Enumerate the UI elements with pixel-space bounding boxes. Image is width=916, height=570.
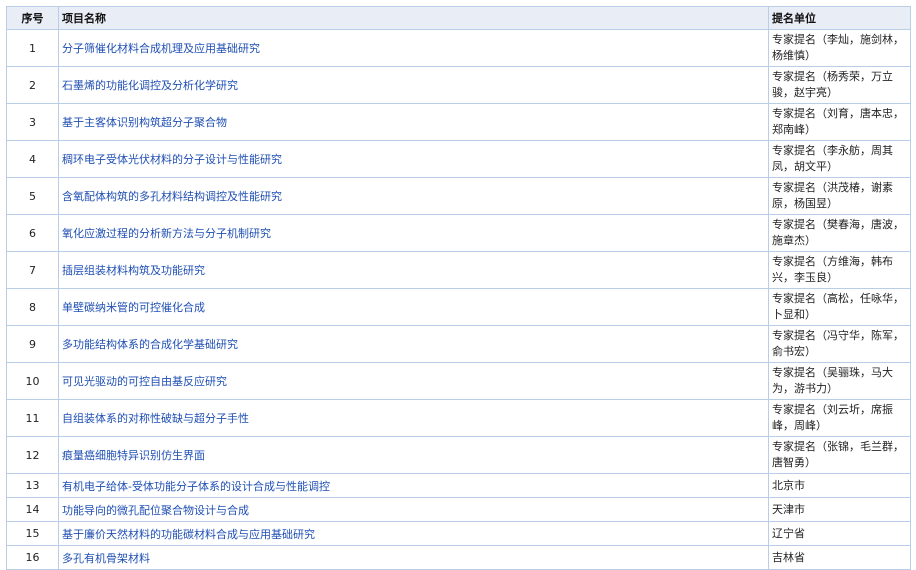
row-number: 6 xyxy=(6,214,59,252)
project-name-cell: 单壁碳纳米管的可控催化合成 xyxy=(58,288,769,326)
project-name-cell: 分子筛催化材料合成机理及应用基础研究 xyxy=(58,29,769,67)
nominating-unit: 专家提名（洪茂椿，谢素原，杨国昱） xyxy=(768,177,911,215)
project-name-link[interactable]: 分子筛催化材料合成机理及应用基础研究 xyxy=(62,42,260,55)
nominating-unit: 辽宁省 xyxy=(768,521,911,546)
row-number: 7 xyxy=(6,251,59,289)
nominating-unit: 吉林省 xyxy=(768,545,911,570)
project-name-link[interactable]: 有机电子给体-受体功能分子体系的设计合成与性能调控 xyxy=(62,480,330,493)
project-name-cell: 含氧配体构筑的多孔材料结构调控及性能研究 xyxy=(58,177,769,215)
nominating-unit: 专家提名（吴骊珠，马大为，游书力） xyxy=(768,362,911,400)
nominating-unit: 专家提名（高松，任咏华，卜显和） xyxy=(768,288,911,326)
project-name-link[interactable]: 可见光驱动的可控自由基反应研究 xyxy=(62,375,227,388)
project-name-cell: 多孔有机骨架材料 xyxy=(58,545,769,570)
table-row: 8 单壁碳纳米管的可控催化合成 专家提名（高松，任咏华，卜显和） xyxy=(6,288,911,326)
table-row: 13 有机电子给体-受体功能分子体系的设计合成与性能调控 北京市 xyxy=(6,473,911,498)
project-name-cell: 基于廉价天然材料的功能碳材料合成与应用基础研究 xyxy=(58,521,769,546)
project-name-link[interactable]: 基于廉价天然材料的功能碳材料合成与应用基础研究 xyxy=(62,528,315,541)
project-name-cell: 基于主客体识别构筑超分子聚合物 xyxy=(58,103,769,141)
row-number: 4 xyxy=(6,140,59,178)
table-header-row: 序号 项目名称 提名单位 xyxy=(6,6,911,30)
row-number: 9 xyxy=(6,325,59,363)
project-name-cell: 可见光驱动的可控自由基反应研究 xyxy=(58,362,769,400)
table-row: 2 石墨烯的功能化调控及分析化学研究 专家提名（杨秀荣，万立骏，赵宇亮） xyxy=(6,66,911,104)
nominating-unit: 北京市 xyxy=(768,473,911,498)
project-name-link[interactable]: 石墨烯的功能化调控及分析化学研究 xyxy=(62,79,238,92)
row-number: 11 xyxy=(6,399,59,437)
row-number: 3 xyxy=(6,103,59,141)
project-name-link[interactable]: 自组装体系的对称性破缺与超分子手性 xyxy=(62,412,249,425)
header-nominating-unit: 提名单位 xyxy=(768,6,911,30)
project-name-link[interactable]: 多功能结构体系的合成化学基础研究 xyxy=(62,338,238,351)
project-name-link[interactable]: 基于主客体识别构筑超分子聚合物 xyxy=(62,116,227,129)
project-name-cell: 有机电子给体-受体功能分子体系的设计合成与性能调控 xyxy=(58,473,769,498)
table-row: 4 稠环电子受体光伏材料的分子设计与性能研究 专家提名（李永舫，周其凤，胡文平） xyxy=(6,140,911,178)
nominating-unit: 专家提名（刘云圻，席振峰，周峰） xyxy=(768,399,911,437)
nominating-unit: 专家提名（刘育，唐本忠，郑南峰） xyxy=(768,103,911,141)
project-name-link[interactable]: 稠环电子受体光伏材料的分子设计与性能研究 xyxy=(62,153,282,166)
project-name-cell: 石墨烯的功能化调控及分析化学研究 xyxy=(58,66,769,104)
header-project-name: 项目名称 xyxy=(58,6,769,30)
row-number: 5 xyxy=(6,177,59,215)
table-row: 3 基于主客体识别构筑超分子聚合物 专家提名（刘育，唐本忠，郑南峰） xyxy=(6,103,911,141)
row-number: 2 xyxy=(6,66,59,104)
award-table-container: 序号 项目名称 提名单位 1 分子筛催化材料合成机理及应用基础研究 专家提名（李灿，… xyxy=(6,6,911,570)
row-number: 15 xyxy=(6,521,59,546)
table-row: 12 痕量癌细胞特异识别仿生界面 专家提名（张锦，毛兰群，唐智勇） xyxy=(6,436,911,474)
nominating-unit: 专家提名（樊春海，唐波，施章杰） xyxy=(768,214,911,252)
project-name-cell: 功能导向的微孔配位聚合物设计与合成 xyxy=(58,497,769,522)
project-name-link[interactable]: 功能导向的微孔配位聚合物设计与合成 xyxy=(62,504,249,517)
project-name-cell: 痕量癌细胞特异识别仿生界面 xyxy=(58,436,769,474)
project-table: 序号 项目名称 提名单位 1 分子筛催化材料合成机理及应用基础研究 专家提名（李灿，… xyxy=(6,6,911,570)
project-name-link[interactable]: 多孔有机骨架材料 xyxy=(62,552,150,565)
table-row: 11 自组装体系的对称性破缺与超分子手性 专家提名（刘云圻，席振峰，周峰） xyxy=(6,399,911,437)
table-row: 7 插层组装材料构筑及功能研究 专家提名（方维海，韩布兴，李玉良） xyxy=(6,251,911,289)
project-name-link[interactable]: 单壁碳纳米管的可控催化合成 xyxy=(62,301,205,314)
row-number: 12 xyxy=(6,436,59,474)
project-name-link[interactable]: 含氧配体构筑的多孔材料结构调控及性能研究 xyxy=(62,190,282,203)
row-number: 8 xyxy=(6,288,59,326)
project-name-link[interactable]: 插层组装材料构筑及功能研究 xyxy=(62,264,205,277)
table-row: 5 含氧配体构筑的多孔材料结构调控及性能研究 专家提名（洪茂椿，谢素原，杨国昱） xyxy=(6,177,911,215)
row-number: 14 xyxy=(6,497,59,522)
nominating-unit: 专家提名（方维海，韩布兴，李玉良） xyxy=(768,251,911,289)
table-row: 1 分子筛催化材料合成机理及应用基础研究 专家提名（李灿，施剑林，杨维慎） xyxy=(6,29,911,67)
table-row: 15 基于廉价天然材料的功能碳材料合成与应用基础研究 辽宁省 xyxy=(6,521,911,546)
project-name-cell: 插层组装材料构筑及功能研究 xyxy=(58,251,769,289)
table-body: 1 分子筛催化材料合成机理及应用基础研究 专家提名（李灿，施剑林，杨维慎） 2 石墨烯的… xyxy=(6,29,911,570)
table-row: 10 可见光驱动的可控自由基反应研究 专家提名（吴骊珠，马大为，游书力） xyxy=(6,362,911,400)
table-row: 16 多孔有机骨架材料 吉林省 xyxy=(6,545,911,570)
row-number: 13 xyxy=(6,473,59,498)
nominating-unit: 专家提名（李永舫，周其凤，胡文平） xyxy=(768,140,911,178)
project-name-link[interactable]: 痕量癌细胞特异识别仿生界面 xyxy=(62,449,205,462)
nominating-unit: 专家提名（张锦，毛兰群，唐智勇） xyxy=(768,436,911,474)
nominating-unit: 专家提名（杨秀荣，万立骏，赵宇亮） xyxy=(768,66,911,104)
nominating-unit: 专家提名（李灿，施剑林，杨维慎） xyxy=(768,29,911,67)
project-name-cell: 氧化应激过程的分析新方法与分子机制研究 xyxy=(58,214,769,252)
table-row: 9 多功能结构体系的合成化学基础研究 专家提名（冯守华，陈军，俞书宏） xyxy=(6,325,911,363)
project-name-cell: 自组装体系的对称性破缺与超分子手性 xyxy=(58,399,769,437)
nominating-unit: 专家提名（冯守华，陈军，俞书宏） xyxy=(768,325,911,363)
nominating-unit: 天津市 xyxy=(768,497,911,522)
row-number: 10 xyxy=(6,362,59,400)
table-row: 14 功能导向的微孔配位聚合物设计与合成 天津市 xyxy=(6,497,911,522)
project-name-link[interactable]: 氧化应激过程的分析新方法与分子机制研究 xyxy=(62,227,271,240)
row-number: 1 xyxy=(6,29,59,67)
header-number: 序号 xyxy=(6,6,59,30)
row-number: 16 xyxy=(6,545,59,570)
project-name-cell: 稠环电子受体光伏材料的分子设计与性能研究 xyxy=(58,140,769,178)
project-name-cell: 多功能结构体系的合成化学基础研究 xyxy=(58,325,769,363)
table-row: 6 氧化应激过程的分析新方法与分子机制研究 专家提名（樊春海，唐波，施章杰） xyxy=(6,214,911,252)
